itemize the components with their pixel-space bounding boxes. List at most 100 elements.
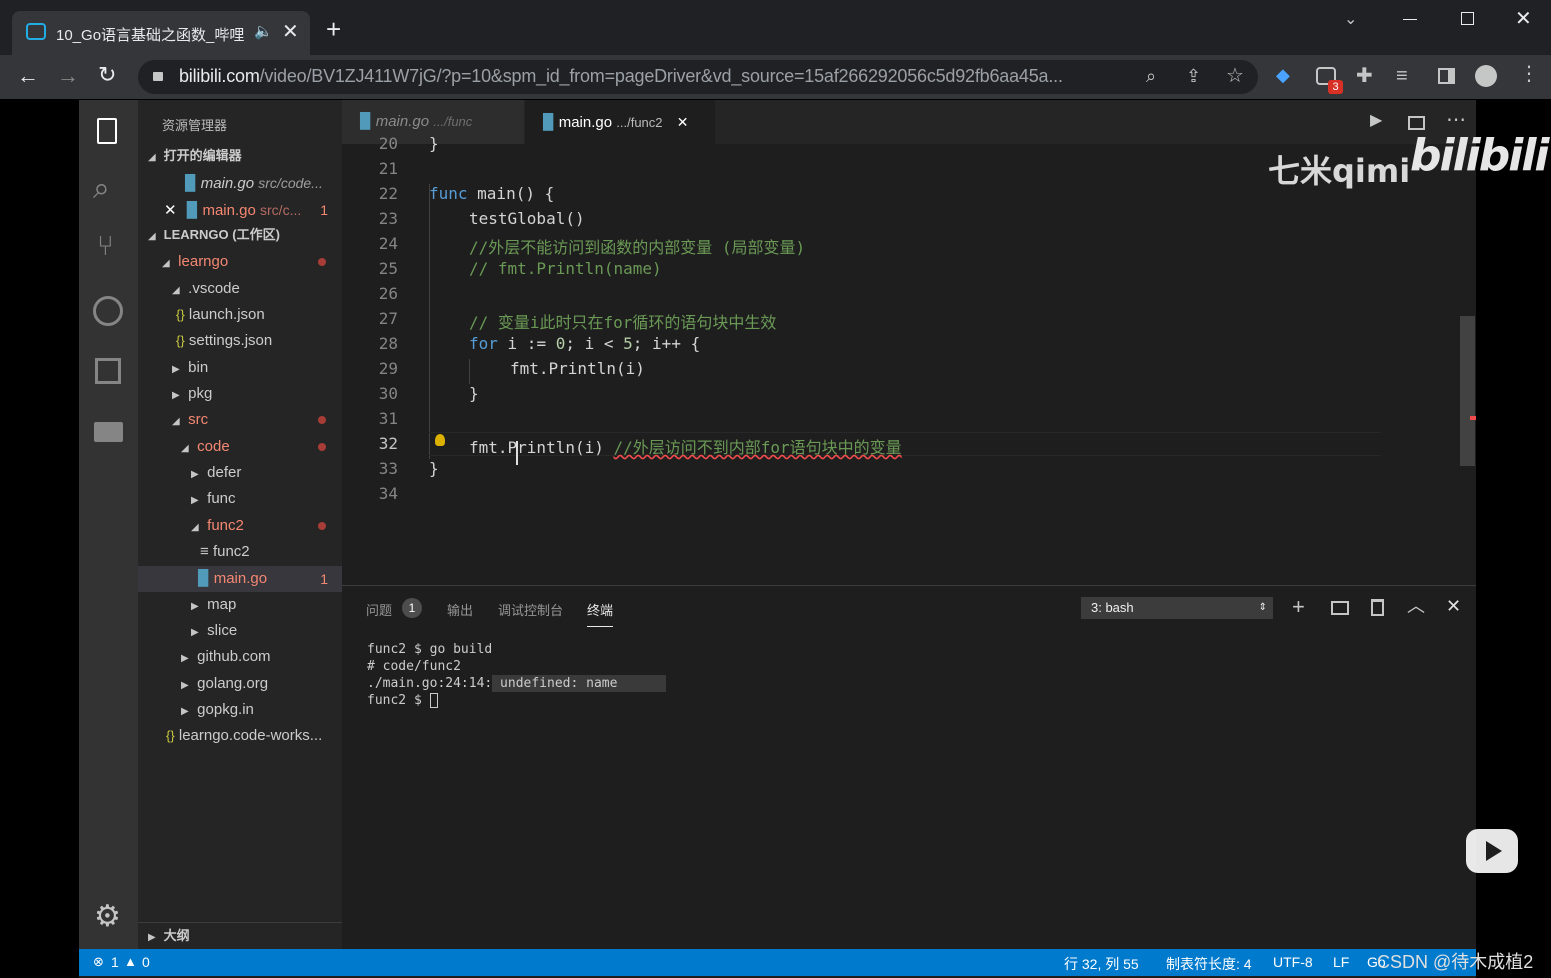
tree-folder-src[interactable]: ◢ src [138,407,342,433]
tree-file-main-go[interactable]: ▉ main.go 1 [138,566,342,592]
terminal-select[interactable]: 3: bash ⇕ [1081,597,1273,619]
maximize-panel-icon[interactable]: ︿ [1407,597,1425,615]
chevron-right-icon: ▶ [148,932,156,943]
share-icon[interactable]: ⇪ [1186,67,1201,85]
status-position[interactable]: 行 32, 列 55 [1064,954,1139,974]
tree-folder-github[interactable]: ▶ github.com [138,644,342,670]
tab-terminal[interactable]: 终端 [587,600,614,627]
tree-folder-func[interactable]: ▶ func [138,486,342,512]
tree-folder-map[interactable]: ▶ map [138,592,342,618]
browser-tab[interactable]: 10_Go语言基础之函数_哔哩 🔈 ✕ [12,11,310,55]
chevron-right-icon: ▶ [191,469,199,480]
status-warnings[interactable]: 0 [142,954,150,970]
status-tab-size[interactable]: 制表符长度: 4 [1166,954,1252,974]
zoom-icon[interactable]: ⌕ [1146,67,1156,85]
tree-folder-slice[interactable]: ▶ slice [138,618,342,644]
tab-output[interactable]: 输出 [447,600,473,619]
open-editor-item[interactable]: ✕ ▉ main.go src/c... 1 [138,197,342,223]
speaker-icon[interactable]: 🔈 [254,24,273,39]
status-errors[interactable]: 1 [111,954,119,970]
json-icon: {} [176,333,185,348]
outline-header[interactable]: ▶ 大纲 [138,922,342,948]
chevron-right-icon: ▶ [191,601,199,612]
run-icon[interactable]: ▶ [1370,113,1382,129]
status-encoding[interactable]: UTF-8 [1273,954,1313,970]
code-line-23: testGlobal() [469,209,585,228]
error-count-badge: 1 [320,202,328,218]
tree-folder-code[interactable]: ◢ code [138,434,342,460]
status-eol[interactable]: LF [1333,954,1349,970]
close-tab-icon[interactable]: ✕ [282,22,299,42]
forward-icon[interactable]: → [57,65,79,87]
tree-label: src [188,411,209,428]
reload-icon[interactable]: ↻ [98,64,116,86]
workspace-header[interactable]: ◢ LEARNGO (工作区) [138,222,342,248]
back-icon[interactable]: ← [17,65,39,87]
side-panel-icon[interactable] [1438,68,1455,84]
tree-file-func2[interactable]: ≡ func2 [138,539,342,565]
source-control-icon[interactable]: ⑂ [97,232,114,260]
tree-label: pkg [188,385,213,402]
close-editor-icon[interactable]: ✕ [164,202,177,219]
tree-file-settings-json[interactable]: {} settings.json [138,328,342,354]
kill-terminal-icon[interactable] [1371,599,1384,616]
open-editor-name: main.go [200,175,255,192]
tree-folder-pkg[interactable]: ▶ pkg [138,381,342,407]
tree-label: launch.json [188,306,265,323]
settings-gear-icon[interactable]: ⚙ [94,902,121,932]
tree-folder-bin[interactable]: ▶ bin [138,355,342,381]
open-editor-item[interactable]: ▉ main.go src/code... [138,170,342,196]
minimize-button[interactable] [1403,19,1417,20]
folder-icon[interactable] [94,422,123,442]
watermark-logo: bilibili [1410,130,1549,181]
problems-count-badge: 1 [402,598,422,618]
tree-file-workspace[interactable]: {} learngo.code-works... [138,723,342,749]
minimap-scrollbar[interactable] [1460,316,1475,466]
lightbulb-icon[interactable] [435,434,445,446]
tree-file-launch-json[interactable]: {} launch.json [138,302,342,328]
code-text: fmt.Println(i) [510,359,645,378]
split-terminal-icon[interactable] [1331,601,1349,615]
extension-diamond-icon[interactable]: ◆ [1276,66,1290,84]
extensions-puzzle-icon[interactable]: ✚ [1356,66,1373,86]
bookmark-star-icon[interactable]: ☆ [1226,66,1244,86]
tree-folder-func2[interactable]: ◢ func2 [138,513,342,539]
browser-menu-icon[interactable]: ⋮ [1519,64,1539,84]
close-tab-icon[interactable]: ✕ [677,114,689,130]
new-tab-button[interactable]: + [326,16,341,42]
line-number: 34 [378,484,398,503]
extensions-icon[interactable] [95,358,121,384]
tree-folder-vscode[interactable]: ◢ .vscode [138,276,342,302]
code-number: 5 [623,334,633,353]
editor-tab-func2[interactable]: ▉ main.go .../func2 ✕ [525,100,715,144]
modified-dot [318,522,326,530]
close-panel-icon[interactable]: ✕ [1446,597,1461,615]
chevron-down-icon: ◢ [191,522,199,533]
open-editor-path: src/code... [258,175,323,191]
tab-search-icon[interactable]: ⌄ [1344,12,1357,28]
terminal-output[interactable]: func2 $ go build # code/func2 ./main.go:24… [367,641,666,709]
warning-icon[interactable]: ▲ [124,954,137,969]
tab-debug-console[interactable]: 调试控制台 [498,600,563,619]
tree-folder-golang[interactable]: ▶ golang.org [138,671,342,697]
more-actions-icon[interactable]: ⋯ [1446,110,1466,130]
media-control-icon[interactable]: ≡ [1396,66,1408,86]
open-editors-header[interactable]: ◢ 打开的编辑器 [138,143,342,169]
close-window-button[interactable]: ✕ [1515,9,1532,29]
error-icon[interactable]: ⊗ [93,954,104,970]
maximize-button[interactable] [1461,12,1474,25]
tree-folder-learngo[interactable]: ◢ learngo [138,249,342,275]
explorer-icon[interactable] [97,118,117,144]
tab-problems[interactable]: 问题 [366,600,392,619]
address-bar[interactable]: bilibili.com/video/BV1ZJ411W7jG/?p=10&sp… [138,60,1258,94]
code-editor[interactable]: 20 21 22 23 24 25 26 27 28 29 30 31 32 3… [342,130,1549,584]
debug-icon[interactable] [93,296,123,326]
profile-avatar[interactable] [1475,65,1497,87]
new-terminal-icon[interactable]: + [1292,596,1305,618]
tree-folder-gopkg[interactable]: ▶ gopkg.in [138,697,342,723]
tree-folder-defer[interactable]: ▶ defer [138,460,342,486]
split-editor-icon[interactable] [1408,116,1425,130]
text-cursor-icon [516,441,518,465]
search-icon[interactable]: ⌕ [93,174,110,204]
code-line-27: // 变量i此时只在for循环的语句块中生效 [469,309,776,333]
